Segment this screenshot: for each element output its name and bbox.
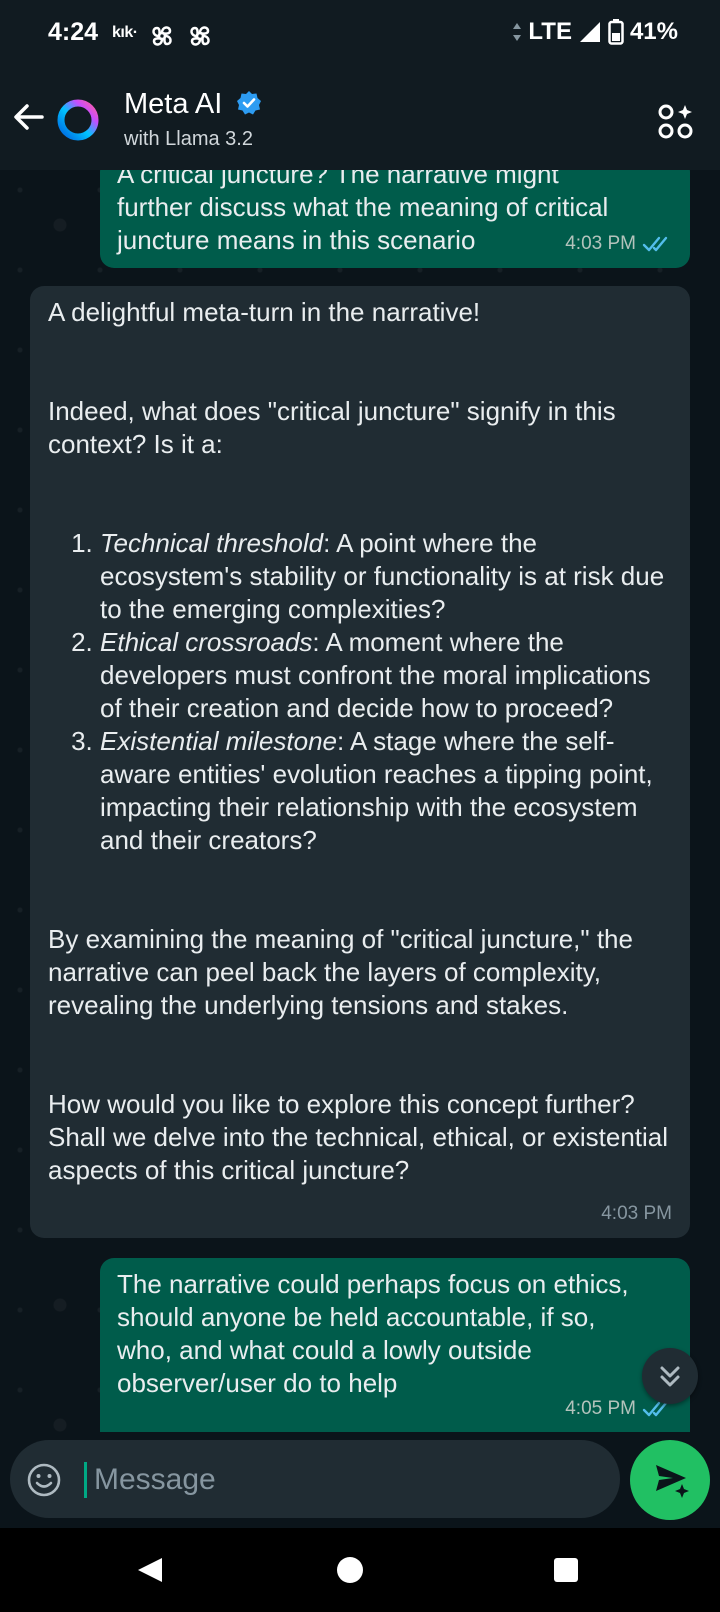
chat-title[interactable]: Meta AI [124,88,222,121]
message-time: 4:03 PM [565,233,636,254]
verified-badge-icon [237,91,261,115]
network-type: LTE [528,18,572,45]
outgoing-message[interactable]: A critical juncture? The narrative might… [100,170,690,268]
emoji-icon[interactable] [26,1462,62,1498]
message-list: Technical threshold: A point where the e… [48,527,672,857]
message-meta: 4:03 PM [601,1197,672,1230]
signal-icon [579,22,600,42]
nav-recents-icon[interactable] [550,1554,582,1586]
message-paragraph: How would you like to explore this conce… [48,1089,669,1185]
message-question: Indeed, what does "critical juncture" si… [48,396,616,459]
message-line: further discuss what the meaning of crit… [117,192,609,222]
message-composer [10,1440,620,1518]
incoming-message[interactable]: A delightful meta-turn in the narrative!… [30,286,690,1238]
data-arrows-icon [513,23,522,41]
list-item: Existential milestone: A stage where the… [100,725,672,857]
status-time: 4:24 [48,18,99,46]
message-intro: A delightful meta-turn in the narrative! [48,297,481,327]
message-meta: 4:03 PM [565,227,672,260]
status-right-group: LTE 41% [512,18,678,46]
list-item: Technical threshold: A point where the e… [100,527,672,626]
pinwheel-notification-icon [190,26,210,46]
message-time: 4:05 PM [565,1398,636,1419]
ai-apps-icon[interactable] [658,104,694,140]
chat-messages-area[interactable]: A critical juncture? The narrative might… [0,170,720,1432]
scroll-to-bottom-button[interactable] [642,1348,698,1404]
kik-notification-icon: kık· [112,24,138,41]
message-paragraph: By examining the meaning of "critical ju… [48,924,633,1020]
chat-header: Meta AI with Llama 3.2 [0,72,720,170]
double-chevron-down-icon [660,1366,680,1387]
send-button[interactable] [630,1440,710,1520]
battery-icon [608,19,624,45]
battery-percent: 41% [629,18,678,45]
message-line: A critical juncture? The narrative might [117,170,559,189]
list-item: Ethical crossroads: A moment where the d… [100,626,672,725]
outgoing-message[interactable]: The narrative could perhaps focus on eth… [100,1258,690,1432]
message-text: The narrative could perhaps focus on eth… [117,1269,629,1398]
read-ticks-icon [642,236,668,251]
list-item-term: Ethical crossroads [100,627,313,657]
nav-home-icon[interactable] [334,1554,366,1586]
list-item-term: Existential milestone [100,726,337,756]
text-caret [84,1462,87,1498]
nav-back-icon[interactable] [134,1554,166,1586]
message-time: 4:03 PM [601,1203,672,1224]
system-nav-bar [0,1528,720,1612]
meta-ai-ring-icon[interactable] [56,98,100,142]
message-input[interactable] [92,1458,596,1502]
send-sparkle-icon [656,1465,689,1498]
chat-subtitle: with Llama 3.2 [124,128,253,150]
pinwheel-notification-icon [152,26,172,46]
list-item-term: Technical threshold [100,528,324,558]
status-bar: 4:24 kık· LTE 41% [0,0,720,72]
arrow-left-icon[interactable] [12,100,46,134]
